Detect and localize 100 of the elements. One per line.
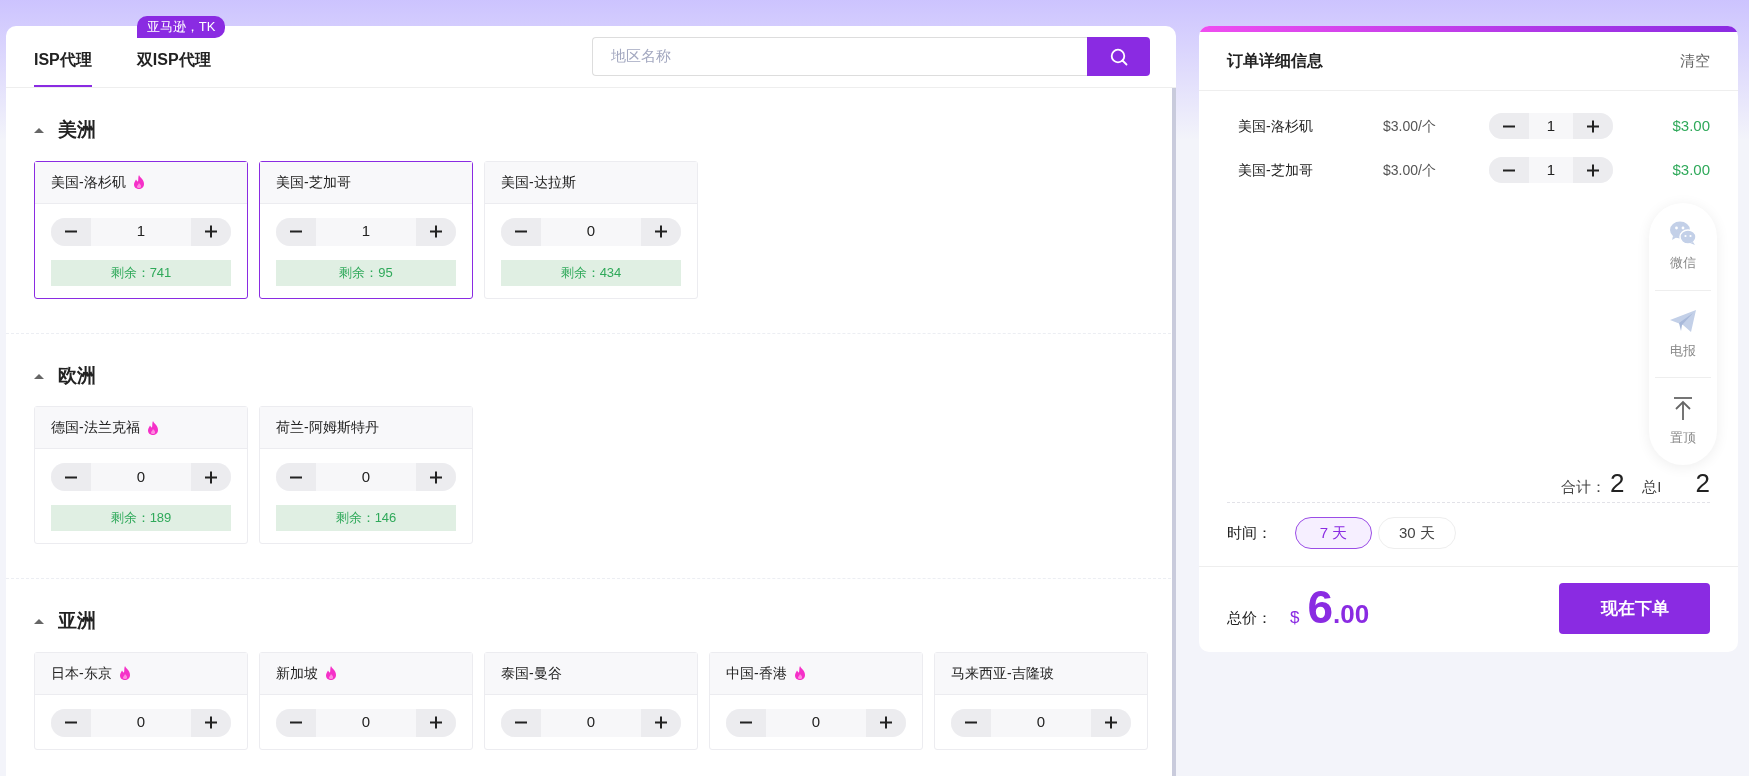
region-title: 欧洲 — [58, 363, 96, 388]
toolbar-item[interactable]: 置顶 — [1655, 378, 1711, 465]
chat-bubbles-icon — [1669, 220, 1697, 248]
minus-button[interactable] — [276, 463, 316, 491]
minus-button[interactable] — [276, 217, 316, 246]
currency-symbol: $ — [1290, 606, 1300, 629]
quantity-value: 1 — [1545, 159, 1557, 180]
clear-button[interactable]: 清空 — [1680, 49, 1710, 73]
duration-option[interactable]: 30 天 — [1378, 517, 1456, 549]
item-subtotal: $3.00 — [1671, 115, 1710, 136]
tag-badge: 亚马逊，TK — [136, 16, 226, 38]
search-button[interactable] — [1087, 37, 1150, 76]
total-price-label: 总价： — [1227, 607, 1273, 628]
search-field[interactable]: 地区名称 — [592, 37, 1087, 76]
plus-icon — [204, 716, 218, 729]
total-count-label: 合计： — [1560, 476, 1606, 497]
minus-button[interactable] — [501, 708, 541, 737]
collapse-caret-icon[interactable] — [34, 618, 44, 625]
city-name: 泰国-曼谷 — [501, 663, 562, 683]
region-title: 美洲 — [58, 118, 96, 142]
minus-button[interactable] — [51, 217, 91, 246]
duration-option[interactable]: 7 天 — [1295, 517, 1372, 549]
plus-button[interactable] — [191, 708, 231, 737]
plus-button[interactable] — [416, 708, 456, 737]
minus-button[interactable] — [51, 463, 91, 491]
plus-button[interactable] — [416, 463, 456, 491]
quantity-value: 0 — [585, 712, 597, 733]
quantity-value: 0 — [810, 712, 822, 733]
total-count: 2 — [1609, 469, 1625, 496]
plus-icon — [204, 225, 218, 238]
unit-price: $3.00/个 — [1383, 160, 1437, 180]
quantity-value: 1 — [135, 221, 147, 242]
remaining-stock: 剩余：95 — [276, 259, 456, 286]
plus-button[interactable] — [191, 463, 231, 491]
remaining-stock: 剩余：434 — [501, 259, 681, 286]
minus-button[interactable] — [1489, 113, 1529, 139]
plus-icon — [654, 716, 668, 729]
item-subtotal: $3.00 — [1671, 159, 1710, 180]
city-name: 日本-东京 — [51, 663, 112, 683]
city-name: 德国-法兰克福 — [51, 418, 140, 437]
minus-button[interactable] — [951, 708, 991, 737]
quantity-value: 1 — [360, 221, 372, 242]
plus-button[interactable] — [1573, 113, 1613, 139]
plus-icon — [429, 470, 443, 484]
city-name: 马来西亚-吉隆玻 — [951, 663, 1054, 683]
quantity-value: 0 — [135, 466, 147, 487]
tab[interactable]: ISP代理 — [34, 47, 92, 87]
total-ip: 2 — [1695, 469, 1710, 496]
minus-button[interactable] — [726, 708, 766, 737]
plus-button[interactable] — [191, 217, 231, 246]
plus-button[interactable] — [416, 217, 456, 246]
city-card[interactable]: 德国-法兰克福 0 剩余：189 — [34, 406, 248, 544]
order-button[interactable]: 现在下单 — [1559, 583, 1710, 634]
toolbar-item[interactable]: 微信 — [1655, 203, 1711, 291]
city-card[interactable]: 美国-芝加哥 1 剩余：95 — [259, 160, 473, 299]
city-name: 美国-芝加哥 — [276, 172, 351, 192]
plus-button[interactable] — [641, 217, 681, 246]
city-card[interactable]: 新加坡 0 — [259, 651, 473, 750]
plus-button[interactable] — [1091, 708, 1131, 737]
minus-button[interactable] — [501, 217, 541, 246]
minus-button[interactable] — [1489, 157, 1529, 183]
quantity-value: 0 — [360, 712, 372, 733]
plus-icon — [1104, 716, 1118, 729]
city-name: 新加坡 — [276, 663, 318, 683]
quantity-value: 0 — [585, 221, 597, 242]
collapse-caret-icon[interactable] — [34, 372, 44, 379]
quantity-value: 0 — [1035, 712, 1047, 733]
remaining-stock: 剩余：189 — [51, 505, 231, 531]
city-card[interactable]: 荷兰-阿姆斯特丹 0 剩余：146 — [259, 406, 473, 544]
plus-icon — [1586, 119, 1600, 133]
plus-icon — [1586, 163, 1600, 177]
total-ip-label: 总I — [1642, 476, 1662, 497]
plus-icon — [204, 470, 218, 484]
plus-icon — [429, 716, 443, 729]
city-card[interactable]: 泰国-曼谷 0 — [484, 651, 698, 750]
city-card[interactable]: 美国-洛杉矶 1 剩余：741 — [34, 160, 248, 299]
collapse-caret-icon[interactable] — [34, 127, 44, 134]
minus-button[interactable] — [51, 708, 91, 737]
plus-button[interactable] — [641, 708, 681, 737]
plus-icon — [879, 716, 893, 729]
plus-icon — [429, 225, 443, 238]
toolbar-item[interactable]: 电报 — [1655, 290, 1711, 379]
quantity-value: 0 — [360, 466, 372, 487]
plus-button[interactable] — [1573, 157, 1613, 183]
minus-button[interactable] — [276, 708, 316, 737]
city-name: 中国-香港 — [726, 663, 787, 683]
paper-plane-icon — [1669, 307, 1697, 335]
tab[interactable]: 双ISP代理 — [136, 47, 211, 87]
region-title: 亚洲 — [58, 609, 96, 633]
city-name: 荷兰-阿姆斯特丹 — [276, 418, 379, 437]
quantity-value: 1 — [1545, 115, 1557, 136]
city-card[interactable]: 日本-东京 0 — [34, 651, 248, 750]
time-label: 时间： — [1227, 522, 1273, 543]
city-card[interactable]: 马来西亚-吉隆玻 0 — [934, 651, 1148, 750]
remaining-stock: 剩余：741 — [51, 259, 231, 286]
plus-button[interactable] — [866, 708, 906, 737]
city-card[interactable]: 中国-香港 0 — [709, 651, 923, 750]
city-card[interactable]: 美国-达拉斯 0 剩余：434 — [484, 160, 698, 299]
item-name: 美国-芝加哥 — [1238, 160, 1314, 180]
city-name: 美国-达拉斯 — [501, 172, 576, 192]
